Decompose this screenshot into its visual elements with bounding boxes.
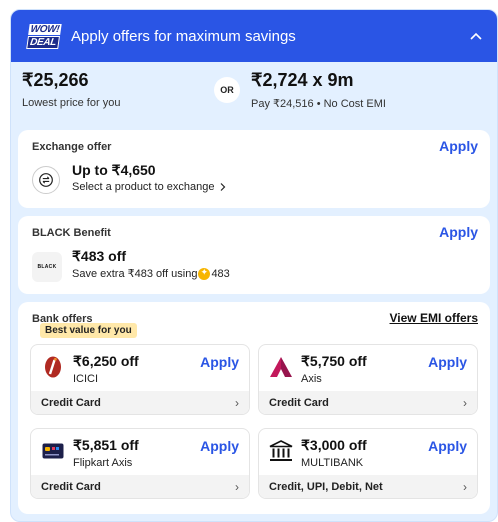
black-coins: 483	[211, 267, 230, 280]
exchange-offer-card: Exchange offer Apply Up to ₹4,650 Select…	[18, 130, 490, 208]
chevron-right-icon: ›	[463, 480, 467, 494]
bank-offer-tile-flipkart-axis[interactable]: ₹5,851 off Flipkart Axis Apply Credit Ca…	[30, 428, 250, 499]
offer-footer[interactable]: Credit Card ›	[31, 475, 249, 498]
offer-apply-button[interactable]: Apply	[428, 354, 467, 370]
chevron-right-icon: ›	[235, 396, 239, 410]
lowest-price: ₹25,266	[22, 70, 89, 90]
offer-footer[interactable]: Credit Card ›	[259, 391, 477, 414]
exchange-subtitle: Select a product to exchange	[72, 181, 215, 193]
offers-header[interactable]: WOW! DEAL Apply offers for maximum savin…	[11, 10, 497, 62]
bank-building-icon	[269, 439, 293, 463]
offer-amount: ₹3,000 off	[301, 437, 367, 453]
chevron-right-icon	[221, 183, 226, 191]
chevron-right-icon: ›	[463, 396, 467, 410]
offers-panel: WOW! DEAL Apply offers for maximum savin…	[10, 9, 498, 522]
price-summary: ₹25,266 Lowest price for you OR ₹2,724 x…	[11, 62, 497, 126]
offer-amount: ₹5,851 off	[73, 437, 139, 453]
exchange-amount: Up to ₹4,650	[72, 162, 156, 178]
offer-bank-name: ICICI	[73, 373, 99, 385]
black-logo-icon: BLACK	[32, 252, 62, 282]
chevron-up-icon[interactable]	[469, 29, 483, 43]
chevron-right-icon: ›	[235, 480, 239, 494]
offer-payment-type: Credit Card	[41, 481, 101, 493]
offer-apply-button[interactable]: Apply	[200, 438, 239, 454]
bank-offers-card: Bank offers View EMI offers Best value f…	[18, 302, 490, 514]
offer-apply-button[interactable]: Apply	[200, 354, 239, 370]
axis-logo-icon	[269, 355, 293, 379]
deal-text: DEAL	[26, 35, 61, 49]
exchange-select-link[interactable]: Select a product to exchange	[72, 181, 228, 193]
offer-payment-type: Credit Card	[269, 397, 329, 409]
or-divider: OR	[214, 77, 240, 103]
bank-offer-tile-axis[interactable]: ₹5,750 off Axis Apply Credit Card ›	[258, 344, 478, 415]
lowest-price-label: Lowest price for you	[22, 97, 121, 109]
offer-footer[interactable]: Credit, UPI, Debit, Net ›	[259, 475, 477, 498]
bank-offer-tile-multibank[interactable]: ₹3,000 off MULTIBANK Apply Credit, UPI, …	[258, 428, 478, 499]
best-value-badge: Best value for you	[40, 323, 137, 338]
offer-footer[interactable]: Credit Card ›	[31, 391, 249, 414]
offer-payment-type: Credit Card	[41, 397, 101, 409]
offer-bank-name: Flipkart Axis	[73, 457, 133, 469]
offer-payment-type: Credit, UPI, Debit, Net	[269, 481, 383, 493]
offer-amount: ₹5,750 off	[301, 353, 367, 369]
flipkart-axis-card-icon	[41, 439, 65, 463]
bank-offer-tile-icici[interactable]: ₹6,250 off ICICI Apply Credit Card ›	[30, 344, 250, 415]
black-subtitle: Save extra ₹483 off using 483	[72, 267, 230, 281]
black-amount: ₹483 off	[72, 248, 127, 264]
offer-amount: ₹6,250 off	[73, 353, 139, 369]
emi-detail: Pay ₹24,516 • No Cost EMI	[251, 98, 386, 110]
offer-bank-name: Axis	[301, 373, 322, 385]
header-title: Apply offers for maximum savings	[71, 27, 296, 45]
offer-bank-name: MULTIBANK	[301, 457, 364, 469]
black-apply-button[interactable]: Apply	[439, 224, 478, 240]
black-benefit-card: BLACK Benefit Apply BLACK ₹483 off Save …	[18, 216, 490, 294]
wow-deal-badge: WOW! DEAL	[23, 21, 65, 51]
exchange-offer-label: Exchange offer	[32, 141, 112, 153]
emi-price: ₹2,724 x 9m	[251, 70, 354, 90]
exchange-icon	[32, 166, 60, 194]
exchange-apply-button[interactable]: Apply	[439, 138, 478, 154]
view-emi-offers-link[interactable]: View EMI offers	[390, 311, 478, 325]
wow-text: WOW!	[27, 23, 63, 35]
black-benefit-label: BLACK Benefit	[32, 227, 111, 239]
supercoin-icon	[198, 267, 211, 280]
icici-logo-icon	[41, 355, 65, 379]
black-subtitle-text: Save extra ₹483 off using	[72, 268, 198, 280]
offer-apply-button[interactable]: Apply	[428, 438, 467, 454]
